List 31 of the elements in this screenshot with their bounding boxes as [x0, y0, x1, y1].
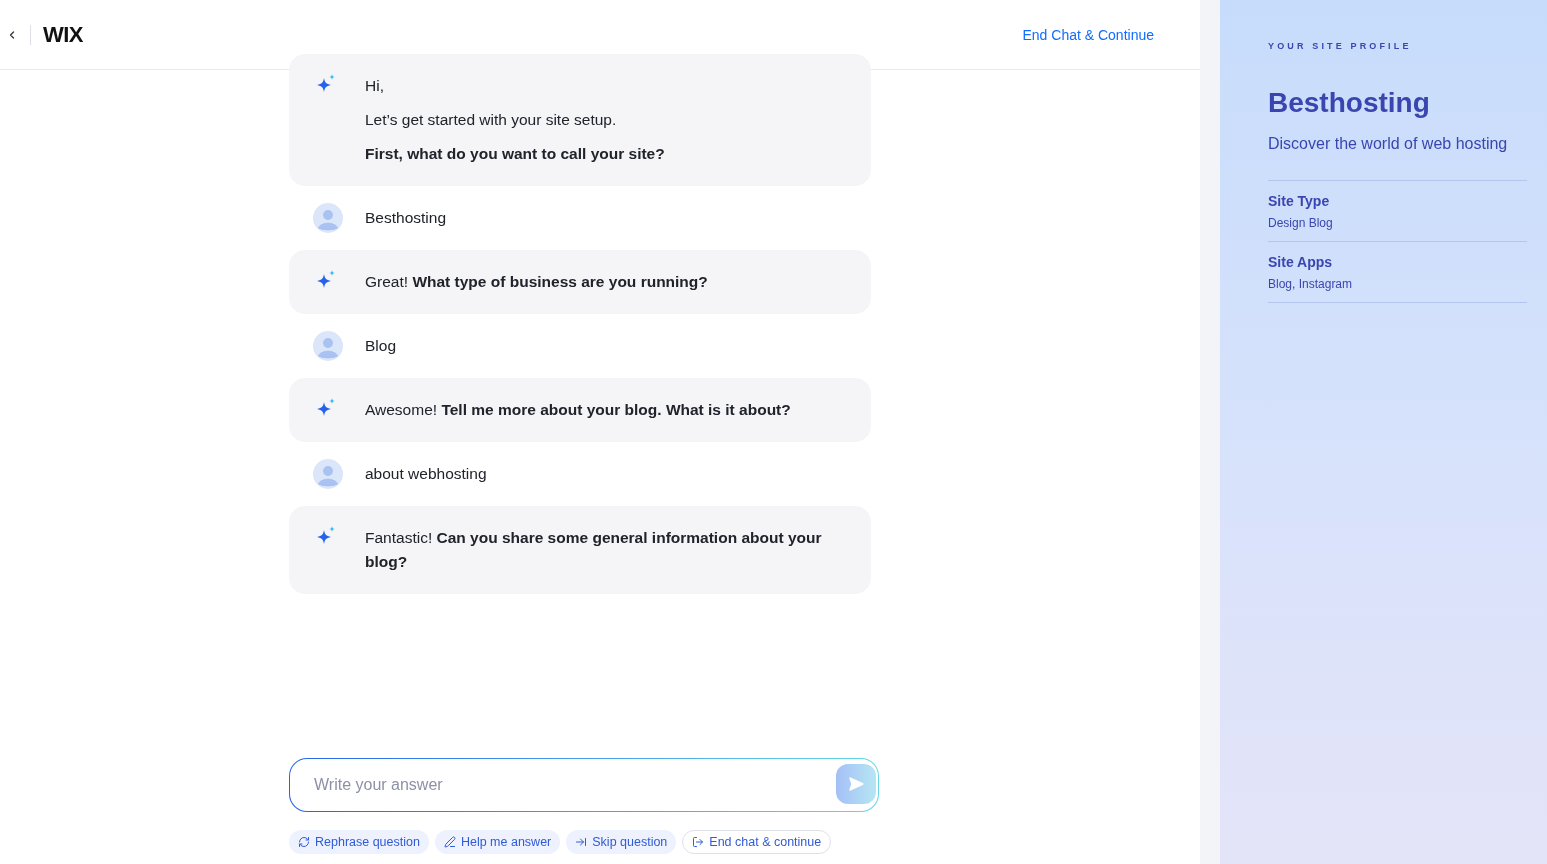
message-text: Great! What type of business are you running? — [365, 272, 708, 292]
arrow-to-line-icon — [575, 836, 588, 848]
field-label: Site Type — [1268, 191, 1331, 211]
message-text: Hi, — [365, 76, 385, 96]
field-label: Site Apps — [1268, 252, 1334, 272]
message-text: First, what do you want to call your site? — [365, 144, 665, 164]
user-avatar-icon — [313, 203, 343, 233]
field-value: Blog, Instagram — [1268, 275, 1354, 293]
user-avatar-icon — [313, 331, 343, 361]
suggestion-chip[interactable]: Rephrase question — [289, 830, 429, 854]
site-tagline: Discover the world of web hosting — [1268, 133, 1509, 154]
message-text: about webhosting — [365, 465, 487, 482]
panel-heading: YOUR SITE PROFILE — [1268, 40, 1413, 53]
exit-icon — [692, 836, 705, 848]
message-text: Besthosting — [365, 209, 446, 226]
end-chat-link[interactable]: End Chat & Continue — [1022, 25, 1154, 46]
refresh-icon — [298, 836, 310, 848]
message-text: Let’s get started with your site setup. — [365, 110, 618, 130]
message-text: Fantastic! Can you share some general information about your blog? — [365, 528, 823, 572]
field-value: Design Blog — [1268, 214, 1334, 232]
pencil-icon — [443, 836, 456, 848]
message-text: Blog — [365, 337, 397, 354]
send-icon — [848, 776, 864, 792]
answer-field[interactable]: Write your answer — [289, 758, 879, 812]
suggestion-chip[interactable]: End chat & continue — [682, 830, 832, 854]
suggestion-chip[interactable]: Skip question — [566, 830, 677, 854]
logo[interactable]: WIX — [43, 18, 83, 51]
site-name: Besthosting — [1268, 85, 1431, 120]
message-text: Awesome! Tell me more about your blog. What is it about? — [365, 400, 791, 420]
user-avatar-icon — [313, 459, 343, 489]
suggestion-chip[interactable]: Help me answer — [434, 830, 561, 854]
